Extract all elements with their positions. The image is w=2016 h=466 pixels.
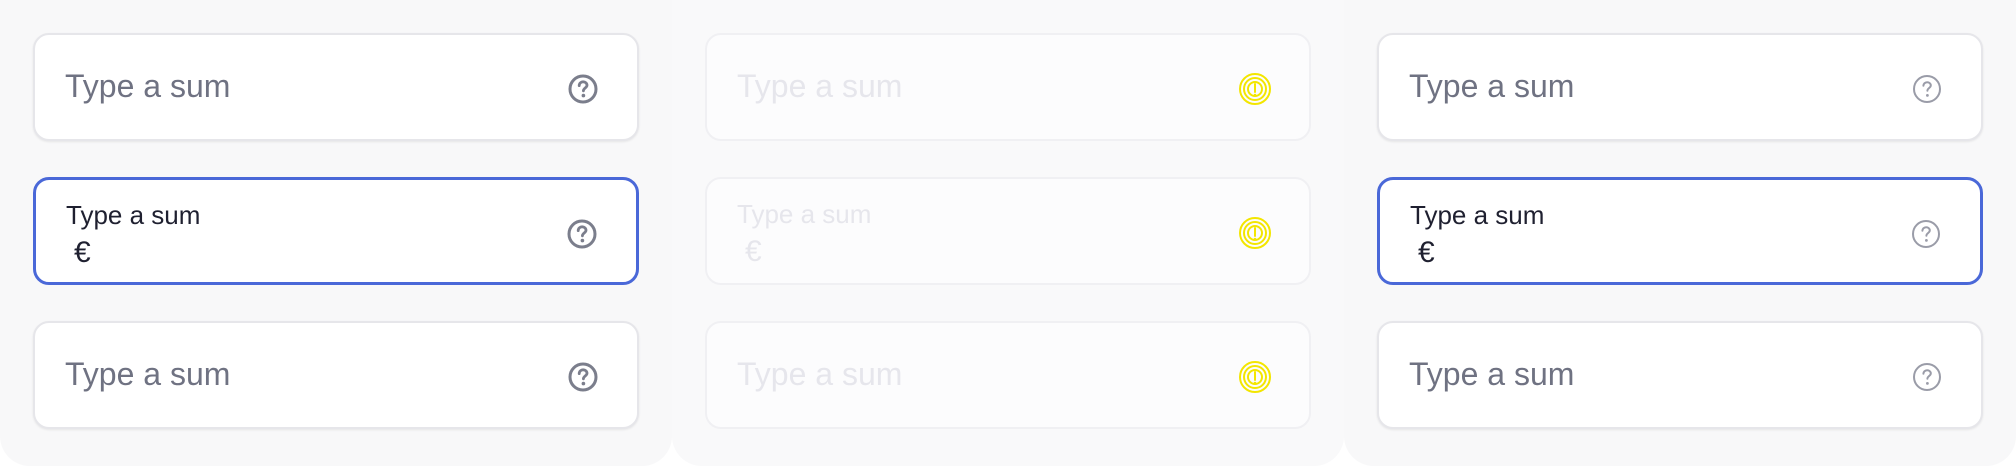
sum-input-empty[interactable]: Type a sum [1377,321,1983,429]
sum-input-placeholder: Type a sum [1409,356,1575,392]
sum-input-placeholder: Type a sum [1409,68,1575,104]
sum-input-placeholder: Type a sum [737,356,903,392]
sum-input-empty[interactable]: Type a sum [33,321,639,429]
sum-input-placeholder: Type a sum [65,356,231,392]
help-icon[interactable] [1910,218,1942,250]
help-icon[interactable] [567,73,599,105]
input-states-showcase: Type a sum Type a sum € Type a sum Type … [0,0,2016,466]
sum-input-empty[interactable]: Type a sum [1377,33,1983,141]
warning-icon [1239,73,1271,105]
help-icon[interactable] [1911,361,1943,393]
panel-default: Type a sum Type a sum € Type a sum [0,0,672,466]
sum-input-label: Type a sum [737,199,872,229]
panel-outline-icons: Type a sum Type a sum € Type a sum [1344,0,2016,466]
sum-input-focused[interactable]: Type a sum € [33,177,639,285]
currency-symbol: € [74,236,91,269]
help-icon[interactable] [566,218,598,250]
currency-symbol: € [1418,236,1435,269]
sum-input-focused[interactable]: Type a sum € [1377,177,1983,285]
warning-icon [1239,361,1271,393]
sum-input-disabled: Type a sum [705,321,1311,429]
sum-input-label: Type a sum [1410,200,1545,230]
panel-disabled: Type a sum Type a sum € Type a sum [672,0,1344,466]
sum-input-placeholder: Type a sum [65,68,231,104]
sum-input-label: Type a sum [66,200,201,230]
sum-input-placeholder: Type a sum [737,68,903,104]
help-icon[interactable] [567,361,599,393]
help-icon[interactable] [1911,73,1943,105]
sum-input-empty[interactable]: Type a sum [33,33,639,141]
warning-icon [1239,217,1271,249]
sum-input-disabled-filled: Type a sum € [705,177,1311,285]
sum-input-disabled: Type a sum [705,33,1311,141]
currency-symbol: € [745,235,762,268]
